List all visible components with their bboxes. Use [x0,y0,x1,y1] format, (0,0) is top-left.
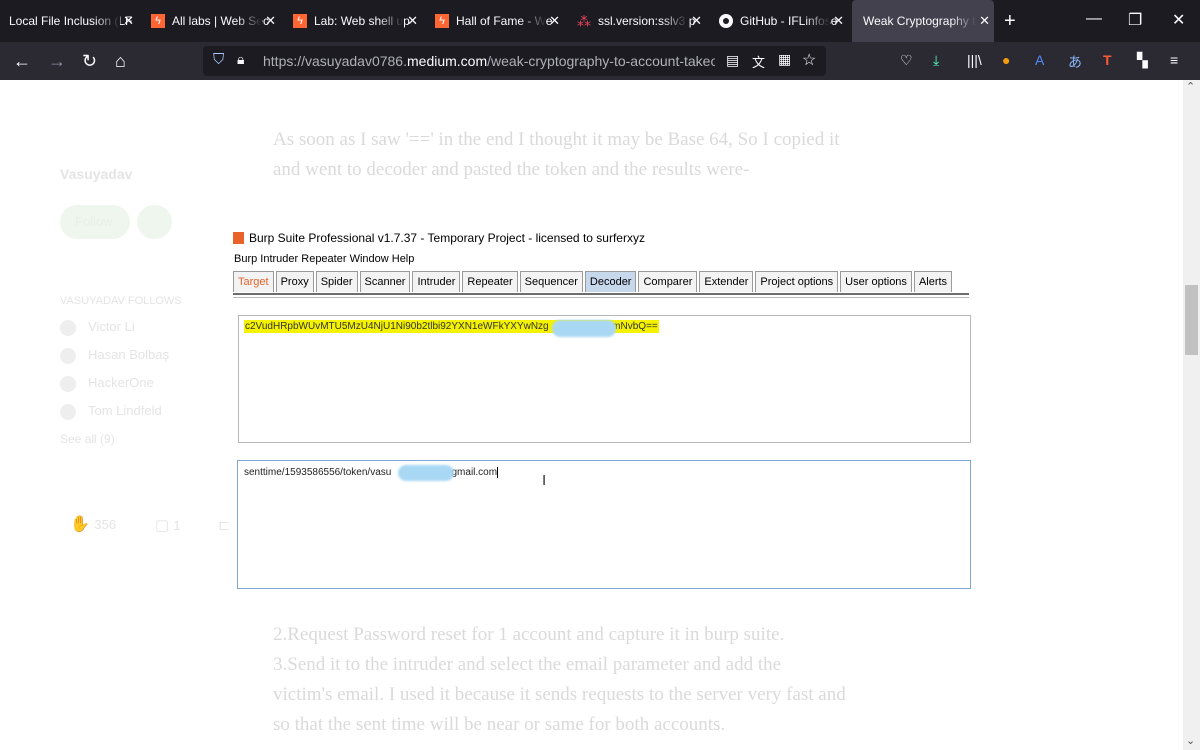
back-button[interactable]: ← [13,50,31,72]
lock-icon[interactable]: 🔒︎ [237,51,244,68]
scroll-down-icon[interactable]: ⌄ [1186,734,1195,747]
restore-button[interactable]: ❐ [1128,10,1142,30]
portswigger-icon: ϟ [293,14,307,28]
burp-tab-extender: Extender [699,271,754,292]
follow-button-label: Follow [75,214,113,229]
pocket-icon[interactable]: ♡ [900,52,913,69]
see-all-link[interactable]: See all (9) [60,432,115,446]
extensions-grid-icon[interactable]: ▚ [1137,52,1148,69]
tab-strip: Local File Inclusion (LF ✕ ϟ All labs | … [0,0,1200,42]
burp-tab-scanner: Scanner [359,271,411,292]
close-icon[interactable]: ✕ [549,13,560,29]
subscribe-button[interactable] [137,205,172,239]
clap-count: 356 [94,517,117,532]
portswigger-icon: ϟ [151,14,165,28]
burp-tab-decoder: Decoder [584,271,637,292]
burp-tab-project-options: Project options [755,271,839,292]
translate-icon[interactable]: 文 [752,52,765,71]
new-tab-button[interactable]: + [1004,10,1016,33]
tab-web-shell[interactable]: ϟ Lab: Web shell up ✕ [284,0,422,42]
article-paragraph-2: 2.Request Password reset for 1 account a… [273,624,846,735]
tab-weak-cryptography[interactable]: Weak Cryptography t ✕ [852,0,994,42]
burp-screenshot: Burp Suite Professional v1.7.37 - Tempor… [229,225,971,593]
tab-ssl[interactable]: ⁂ ssl.version:sslv3 p ✕ [568,0,706,42]
burp-tab-repeater: Repeater [462,271,518,292]
scrollbar-thumb[interactable] [1185,285,1198,355]
burp-menu: Burp Intruder Repeater Window Help [234,253,415,265]
portswigger-icon: ϟ [435,14,449,28]
burp-tab-sequencer: Sequencer [519,271,583,292]
burp-tab-target: Target [233,271,274,292]
burp-logo-icon [233,232,244,244]
url-text[interactable]: https://vasuyadav0786.medium.com/weak-cr… [263,53,715,69]
library-icon[interactable]: |||\ [967,52,982,68]
qr-icon[interactable]: ▦ [778,51,791,68]
burp-tab-alerts: Alerts [913,271,953,292]
burp-tab-user-options: User options [840,271,912,292]
article-paragraph-1: As soon as I saw '==' in the end I thoug… [273,129,840,180]
tab-all-labs[interactable]: ϟ All labs | Web Sec ✕ [142,0,280,42]
dots-icon: ⁂ [577,12,591,29]
burp-tab-spider: Spider [315,271,358,292]
language-icon[interactable]: あ [1068,52,1082,72]
extension-fox-icon[interactable]: ● [1002,52,1010,68]
author-name[interactable]: Vasuyadav [60,166,132,182]
download-icon[interactable]: ⤓ [933,52,939,69]
close-window-button[interactable]: ✕ [1172,10,1185,30]
burp-title: Burp Suite Professional v1.7.37 - Tempor… [229,231,645,245]
text-cursor-icon: I [542,472,547,489]
bookmark-star-icon[interactable]: ☆ [802,50,816,70]
close-icon[interactable]: ✕ [691,13,702,29]
tab-lfi[interactable]: Local File Inclusion (LF ✕ [0,0,138,42]
page-scrollbar[interactable]: ⌃ ⌄ [1183,80,1200,750]
decoded-panel: senttime/1593586556/token/vasu @gmail.com… [237,460,971,589]
close-icon[interactable]: ✕ [123,13,134,29]
close-icon[interactable]: ✕ [979,13,990,29]
tab-github[interactable]: GitHub - IFLinfose ✕ [710,0,848,42]
close-icon[interactable]: ✕ [833,13,844,29]
follow-item[interactable]: Victor Li [60,319,135,336]
menu-icon[interactable]: ≡ [1170,52,1178,68]
minimize-button[interactable]: — [1086,10,1102,28]
redaction [552,320,616,337]
burp-tabs: Target Proxy Spider Scanner Intruder Rep… [233,271,954,293]
decoded-text: senttime/1593586556/token/vasu @gmail.com [244,467,499,479]
follow-item[interactable]: Hasan Bolbaş [60,347,169,364]
burp-tab-intruder: Intruder [412,271,461,292]
reload-button[interactable]: ↻ [82,50,97,72]
follows-header: VASUYADAV FOLLOWS [60,295,182,307]
scroll-up-icon[interactable]: ⌃ [1186,80,1195,93]
shield-icon[interactable]: ⛉ [213,51,224,68]
translator-icon[interactable]: A [1035,52,1044,68]
extension-t-icon[interactable]: T [1103,52,1112,68]
close-icon[interactable]: ✕ [407,13,418,29]
comment-button[interactable]: ▢ 1 [155,516,181,534]
burp-tab-comparer: Comparer [638,271,698,292]
comment-count: 1 [173,518,181,533]
follow-item[interactable]: Tom Lindfeld [60,403,162,420]
tab-hall-of-fame[interactable]: ϟ Hall of Fame - We ✕ [426,0,564,42]
home-button[interactable]: ⌂ [115,50,126,72]
redaction [398,465,454,481]
reader-view-icon[interactable]: ▤ [726,52,739,69]
close-icon[interactable]: ✕ [265,13,276,29]
encoded-panel: c2VudHRpbWUvMTU5MzU4NjU1Ni90b2tlbi92YXN1… [238,315,971,443]
address-bar[interactable]: ⛉ 🔒︎ https://vasuyadav0786.medium.com/we… [203,46,826,76]
burp-tab-proxy: Proxy [275,271,314,292]
clap-button[interactable]: ✋ 356 [70,514,116,534]
github-icon [719,14,733,28]
follow-item[interactable]: HackerOne [60,375,154,392]
forward-button[interactable]: → [48,50,66,72]
